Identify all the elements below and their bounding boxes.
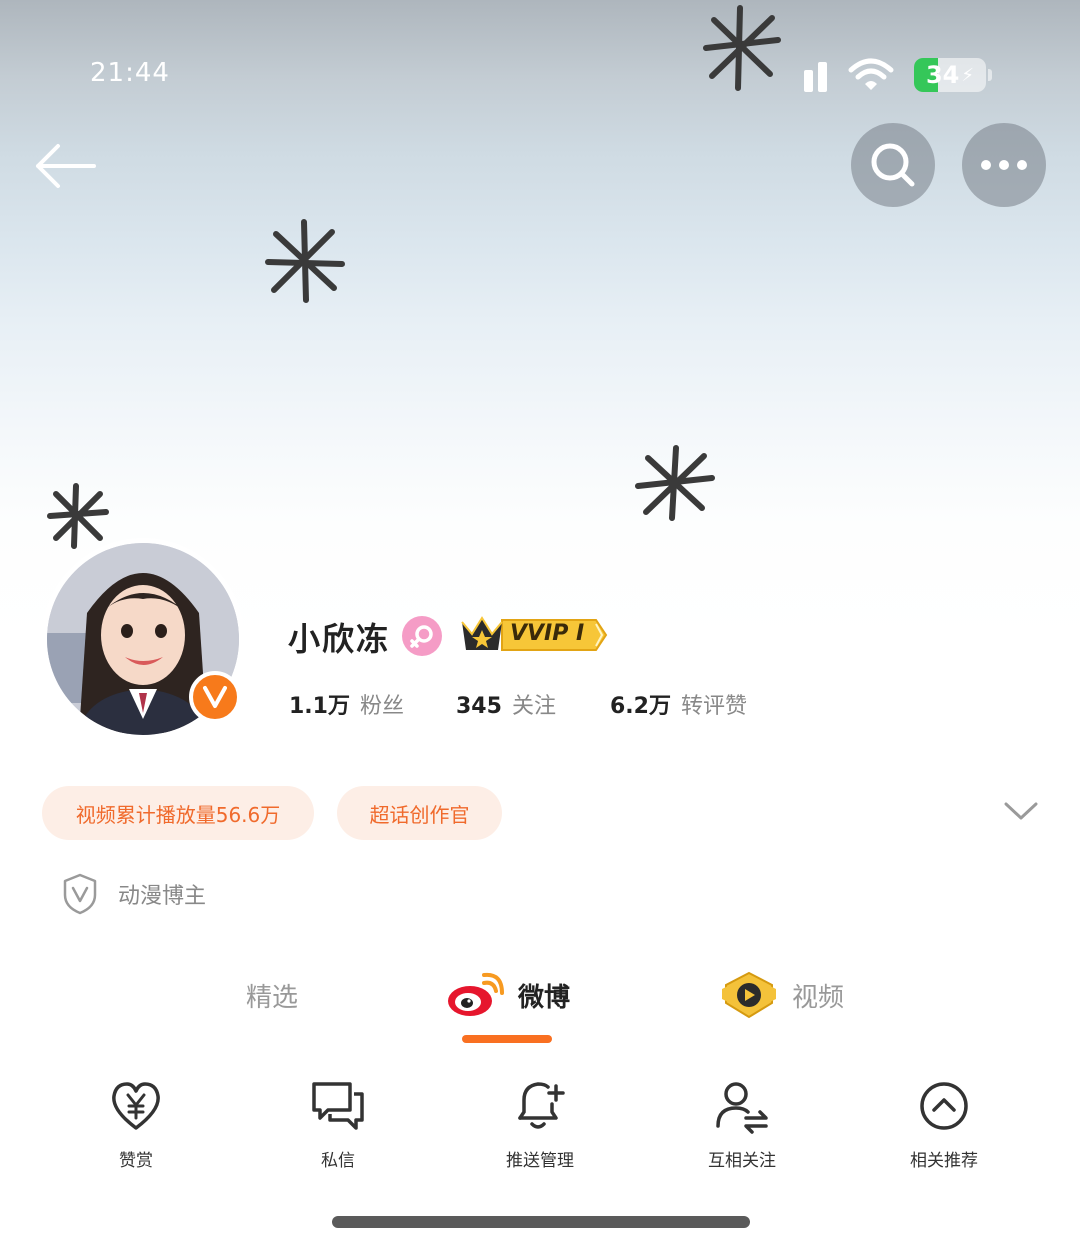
expand-button[interactable]	[1000, 796, 1042, 826]
status-time: 21:44	[90, 58, 170, 88]
asterisk-doodle	[47, 483, 109, 549]
followers-stat[interactable]: 1.1万 粉丝	[289, 688, 404, 720]
likes-label: 转评赞	[680, 694, 747, 719]
weibo-logo-icon	[448, 972, 504, 1016]
battery-level: 34	[925, 61, 960, 89]
tab-video[interactable]: 视频	[720, 968, 844, 1022]
reward-label: 赞赏	[119, 1151, 153, 1171]
certification-row: 动漫博主	[62, 872, 206, 916]
super-topic-tag[interactable]: 超话创作官	[337, 786, 502, 840]
following-label: 关注	[511, 694, 556, 719]
message-bubbles-icon	[312, 1082, 364, 1130]
female-icon	[402, 616, 442, 656]
chevron-up-circle-icon	[920, 1082, 968, 1130]
back-button[interactable]	[30, 138, 100, 194]
home-indicator[interactable]	[332, 1216, 750, 1228]
username: 小欣冻	[288, 620, 391, 658]
more-button[interactable]	[962, 123, 1046, 207]
following-stat[interactable]: 345 关注	[456, 688, 556, 720]
message-button[interactable]: 私信	[268, 1078, 408, 1178]
likes-count: 6.2万	[610, 694, 671, 719]
verified-v-icon	[189, 671, 241, 723]
arrow-left-icon	[36, 144, 96, 188]
recommendations-button[interactable]: 相关推荐	[874, 1078, 1014, 1178]
tab-weibo[interactable]: 微博	[446, 968, 570, 1022]
recommendations-label: 相关推荐	[910, 1151, 978, 1171]
search-icon	[871, 143, 915, 187]
certification-label: 动漫博主	[118, 884, 207, 909]
followers-count: 1.1万	[289, 694, 350, 719]
video-badge-icon	[722, 971, 776, 1019]
asterisk-doodle	[265, 219, 345, 303]
reward-button[interactable]: 赞赏	[66, 1078, 206, 1178]
bell-plus-icon	[518, 1082, 565, 1129]
following-count: 345	[456, 694, 502, 719]
asterisk-doodle	[635, 445, 715, 521]
active-tab-indicator	[462, 1035, 552, 1043]
vvip-badge-text: VVIP I	[510, 621, 585, 646]
mutual-follow-label: 互相关注	[708, 1151, 776, 1171]
chevron-down-icon	[1004, 802, 1038, 820]
more-dots-icon	[981, 160, 1027, 170]
video-plays-tag[interactable]: 视频累计播放量56.6万	[42, 786, 314, 840]
user-exchange-icon	[716, 1082, 768, 1134]
push-settings-label: 推送管理	[506, 1151, 574, 1171]
likes-stat[interactable]: 6.2万 转评赞	[610, 688, 747, 720]
tab-featured[interactable]: 精选	[246, 968, 298, 1022]
tab-video-label: 视频	[792, 982, 845, 1013]
status-bar: 21:44 34 ⚡	[0, 0, 1080, 110]
battery-charging-icon: 34 ⚡	[914, 58, 986, 92]
tab-weibo-label: 微博	[518, 982, 571, 1013]
message-label: 私信	[321, 1151, 355, 1171]
battery-cap	[988, 69, 992, 81]
heart-yen-icon	[112, 1082, 160, 1130]
followers-label: 粉丝	[359, 694, 404, 719]
shield-v-icon	[63, 873, 97, 915]
tab-featured-label: 精选	[246, 982, 299, 1013]
wifi-icon	[848, 58, 894, 90]
cellular-signal-icon	[804, 62, 827, 92]
mutual-follow-button[interactable]: 互相关注	[672, 1078, 812, 1178]
vvip-badge[interactable]: VVIP I	[458, 612, 608, 658]
search-button[interactable]	[851, 123, 935, 207]
push-settings-button[interactable]: 推送管理	[470, 1078, 610, 1178]
